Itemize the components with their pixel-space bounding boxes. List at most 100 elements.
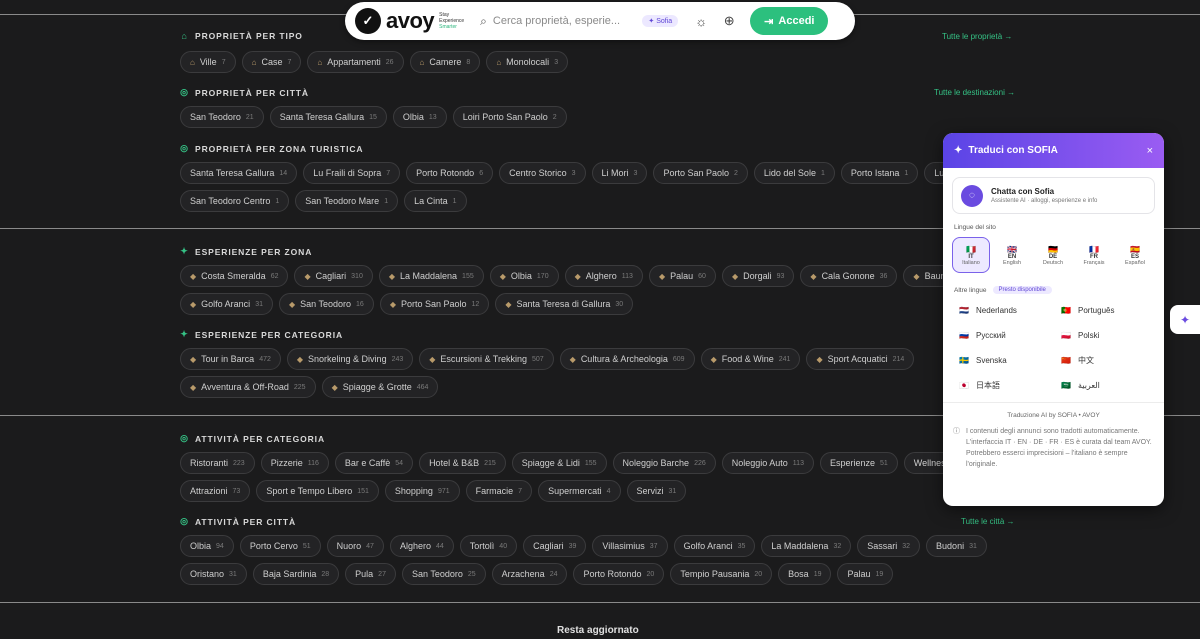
chip-row: ⌂ Ville 7 ⌂ Case 7 ⌂ Appartamenti 26 ⌂ Camere 8 ⌂ Mon… xyxy=(180,51,569,73)
sofia-side-tab[interactable]: ✦ xyxy=(1170,305,1200,334)
chip[interactable]: Oristano 31 xyxy=(180,563,247,585)
chip[interactable]: ◆ Alghero 113 xyxy=(564,265,643,287)
chip[interactable]: Arzachena 24 xyxy=(491,563,568,585)
chip[interactable]: ◆ La Maddalena 155 xyxy=(378,265,484,287)
chip-count: 94 xyxy=(216,542,224,550)
chip[interactable]: Alghero 44 xyxy=(389,535,454,557)
category-icon: ◆ xyxy=(731,271,739,281)
chip[interactable]: San Teodoro Mare 1 xyxy=(295,190,399,212)
chip[interactable]: ◆ Spiagge & Grotte 464 xyxy=(321,376,439,398)
chip[interactable]: La Maddalena 32 xyxy=(761,535,852,557)
chip[interactable]: ◆ Cultura & Archeologia 609 xyxy=(559,348,695,370)
chip[interactable]: ◆ Cala Gonone 36 xyxy=(800,265,898,287)
chip[interactable]: Sassari 32 xyxy=(857,535,921,557)
chip[interactable]: Tempio Pausania 20 xyxy=(670,563,773,585)
chip[interactable]: Porto Istana 1 xyxy=(840,162,919,184)
chip[interactable]: Santa Teresa Gallura 15 xyxy=(269,106,387,128)
chip[interactable]: Porto San Paolo 2 xyxy=(653,162,748,184)
chip[interactable]: ⌂ Case 7 xyxy=(241,51,302,73)
chip[interactable]: Porto Rotondo 6 xyxy=(406,162,494,184)
chip[interactable]: San Teodoro Centro 1 xyxy=(180,190,290,212)
chip[interactable]: Nuoro 47 xyxy=(326,535,384,557)
chip[interactable]: Esperienze 51 xyxy=(819,452,898,474)
see-all-cities-link[interactable]: Tutte le città → xyxy=(961,517,1015,526)
chip[interactable]: Palau 19 xyxy=(837,563,894,585)
language-option-en[interactable]: 🇬🇧 EN English xyxy=(993,237,1031,273)
chip[interactable]: ◆ Food & Wine 241 xyxy=(700,348,801,370)
chip[interactable]: Li Mori 3 xyxy=(591,162,648,184)
chip[interactable]: Olbia 13 xyxy=(392,106,447,128)
language-option-it[interactable]: 🇮🇹 IT Italiano xyxy=(952,237,990,273)
chip[interactable]: Olbia 94 xyxy=(180,535,234,557)
chat-with-sofia-button[interactable]: ◌ Chatta con Sofia Assistente AI · allog… xyxy=(952,177,1155,214)
chip[interactable]: ◆ Golfo Aranci 31 xyxy=(180,293,273,315)
theme-toggle-icon[interactable]: ☼ xyxy=(690,10,712,32)
chip[interactable]: Baja Sardinia 28 xyxy=(252,563,340,585)
chip[interactable]: Centro Storico 3 xyxy=(499,162,586,184)
avoy-logo[interactable]: ✓ avoy Stay Experience Smarter xyxy=(355,8,464,34)
chip[interactable]: Bosa 19 xyxy=(778,563,832,585)
chip[interactable]: Golfo Aranci 35 xyxy=(673,535,756,557)
chip[interactable]: Noleggio Auto 113 xyxy=(721,452,814,474)
language-option-de[interactable]: 🇩🇪 DE Deutsch xyxy=(1034,237,1072,273)
chip[interactable]: San Teodoro 25 xyxy=(401,563,486,585)
chip[interactable]: ◆ Tour in Barca 472 xyxy=(180,348,281,370)
see-all-properties-link[interactable]: Tutte le proprietà → xyxy=(942,32,1012,41)
chip[interactable]: ⌂ Monolocali 3 xyxy=(486,51,569,73)
close-icon[interactable]: × xyxy=(1147,145,1153,157)
chip[interactable]: ◆ Escursioni & Trekking 507 xyxy=(419,348,554,370)
chip[interactable]: Pizzerie 116 xyxy=(260,452,329,474)
chip-label: Costa Smeralda xyxy=(201,271,266,281)
chip[interactable]: Supermercati 4 xyxy=(538,480,621,502)
chip[interactable]: Noleggio Barche 226 xyxy=(612,452,716,474)
chip[interactable]: Tortolì 40 xyxy=(459,535,518,557)
chip[interactable]: Sport e Tempo Libero 151 xyxy=(256,480,379,502)
chip[interactable]: Cagliari 39 xyxy=(523,535,587,557)
chip[interactable]: Santa Teresa Gallura 14 xyxy=(180,162,298,184)
chip[interactable]: ◆ Porto San Paolo 12 xyxy=(379,293,490,315)
chip[interactable]: Shopping 971 xyxy=(384,480,460,502)
chip[interactable]: Porto Cervo 51 xyxy=(239,535,321,557)
sofia-ai-pill[interactable]: ✦ Sofia xyxy=(642,15,679,27)
chip[interactable]: Villasimius 37 xyxy=(592,535,668,557)
chip[interactable]: ◆ Santa Teresa di Gallura 30 xyxy=(495,293,634,315)
chip[interactable]: ◆ San Teodoro 16 xyxy=(278,293,374,315)
language-option-es[interactable]: 🇪🇸 ES Español xyxy=(1116,237,1154,273)
chip[interactable]: Spiagge & Lidi 155 xyxy=(511,452,607,474)
chip[interactable]: ◆ Palau 60 xyxy=(648,265,716,287)
chip[interactable]: Farmacie 7 xyxy=(465,480,533,502)
chip[interactable]: San Teodoro 21 xyxy=(180,106,264,128)
chip[interactable]: ◆ Cagliari 310 xyxy=(294,265,373,287)
chip[interactable]: ◆ Sport Acquatici 214 xyxy=(806,348,915,370)
language-option-fr[interactable]: 🇫🇷 FR Français xyxy=(1075,237,1113,273)
chip[interactable]: ◆ Costa Smeralda 62 xyxy=(180,265,289,287)
language-name: Polski xyxy=(1078,331,1100,340)
chip[interactable]: ◆ Avventura & Off-Road 225 xyxy=(180,376,316,398)
chip[interactable]: Bar e Caffè 54 xyxy=(334,452,414,474)
chip[interactable]: Lido del Sole 1 xyxy=(753,162,835,184)
chip[interactable]: ◆ Snorkeling & Diving 243 xyxy=(286,348,414,370)
sparkle-icon: ✦ xyxy=(180,246,189,256)
chip[interactable]: ⌂ Appartamenti 26 xyxy=(307,51,404,73)
chip[interactable]: Pula 27 xyxy=(345,563,396,585)
chip-label: Olbia xyxy=(190,541,212,551)
search-input[interactable]: Cerca proprietà, esperie... xyxy=(493,15,636,27)
chip[interactable]: Attrazioni 73 xyxy=(180,480,251,502)
chip[interactable]: Ristoranti 223 xyxy=(180,452,255,474)
login-button[interactable]: ⇥ Accedi xyxy=(750,7,829,35)
chip[interactable]: Servizi 31 xyxy=(626,480,687,502)
chip[interactable]: ⌂ Camere 8 xyxy=(409,51,481,73)
chip[interactable]: Porto Rotondo 20 xyxy=(573,563,665,585)
chip[interactable]: Hotel & B&B 215 xyxy=(419,452,506,474)
see-all-destinations-link[interactable]: Tutte le destinazioni → xyxy=(934,88,1015,97)
chip[interactable]: Loiri Porto San Paolo 2 xyxy=(452,106,567,128)
search-bar[interactable]: ⌕ Cerca proprietà, esperie... ✦ Sofia xyxy=(474,7,684,35)
category-icon: ◆ xyxy=(304,271,311,281)
chip[interactable]: ⌂ Ville 7 xyxy=(180,51,236,73)
chip[interactable]: ◆ Dorgali 93 xyxy=(721,265,795,287)
chip[interactable]: Budoni 31 xyxy=(926,535,987,557)
chip[interactable]: ◆ Olbia 170 xyxy=(489,265,559,287)
chip[interactable]: Lu Fraili di Sopra 7 xyxy=(303,162,401,184)
globe-icon[interactable]: ⊕ xyxy=(718,10,740,32)
chip[interactable]: La Cinta 1 xyxy=(404,190,467,212)
